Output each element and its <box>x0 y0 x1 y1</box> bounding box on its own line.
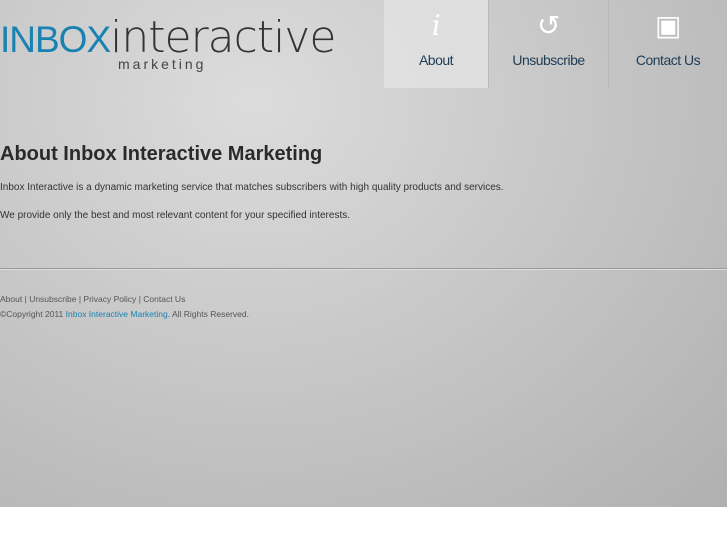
sep: | <box>78 294 82 304</box>
logo-marketing: marketing <box>118 56 207 72</box>
divider <box>0 268 727 270</box>
sep: | <box>24 294 27 304</box>
nav-label: Contact Us <box>635 52 701 68</box>
copyright: ©Copyright 2011 Inbox Interactive Market… <box>0 309 249 319</box>
nav-unsubscribe[interactable]: ↺ Unsubscribe <box>489 0 609 88</box>
footer-link-contact[interactable]: Contact Us <box>143 294 185 304</box>
nav-label: Unsubscribe <box>512 52 585 68</box>
undo-icon: ↺ <box>537 10 560 41</box>
copyright-text: ©Copyright 2011 <box>0 309 64 319</box>
info-icon: i <box>431 9 441 42</box>
intro-text: Inbox Interactive is a dynamic marketing… <box>0 182 504 193</box>
logo[interactable]: INBOXinteractive marketing <box>0 12 336 72</box>
main-nav: i About ↺ Unsubscribe ▣ Contact Us <box>384 0 727 88</box>
footer-link-privacy[interactable]: Privacy Policy <box>83 294 136 304</box>
footer-link-about[interactable]: About <box>0 294 22 304</box>
nav-about[interactable]: i About <box>384 0 489 88</box>
copyright-suffix: . All Rights Reserved. <box>167 309 249 319</box>
logo-inbox: INBOX <box>0 19 111 60</box>
contact-card-icon: ▣ <box>655 10 681 41</box>
footer-link-unsubscribe[interactable]: Unsubscribe <box>29 294 76 304</box>
copyright-link[interactable]: Inbox Interactive Marketing <box>66 309 168 319</box>
sep: | <box>138 294 141 304</box>
page-title: About Inbox Interactive Marketing <box>0 143 323 165</box>
nav-contact[interactable]: ▣ Contact Us <box>609 0 727 88</box>
intro-text-2: We provide only the best and most releva… <box>0 210 350 221</box>
nav-label: About <box>418 52 454 68</box>
footer-links: About | Unsubscribe | Privacy Policy | C… <box>0 294 185 304</box>
